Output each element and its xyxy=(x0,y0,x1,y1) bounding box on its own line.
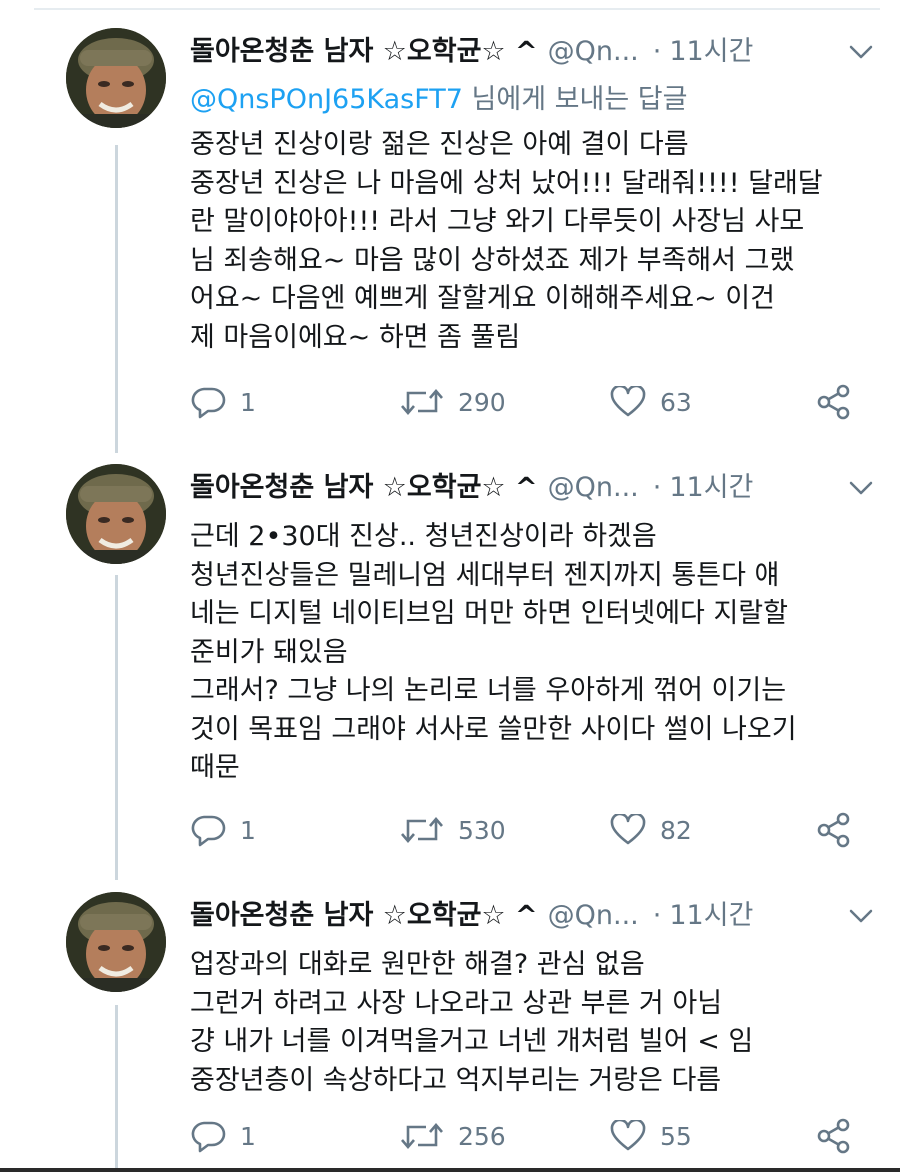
share-icon xyxy=(817,384,850,420)
separator-dot: · xyxy=(652,472,662,503)
display-name[interactable]: 돌아온청춘 남자 ☆오학균☆ ^ xyxy=(190,464,538,512)
tweet-header: 돌아온청춘 남자 ☆오학균☆ ^ @Qn... · 11시간 xyxy=(190,28,876,76)
reply-button[interactable]: 1 xyxy=(190,1114,256,1158)
retweet-count: 290 xyxy=(458,387,506,417)
tweet-text-line: 중장년 진상은 나 마음에 상처 났어!!! 달래줘!!!! 달래달 xyxy=(190,167,823,199)
tweet-text-line: 란 말이야아아!!! 라서 그냥 와기 다루듯이 사장님 사모 xyxy=(190,206,805,237)
user-handle[interactable]: @Qn... xyxy=(548,464,639,512)
retweet-button[interactable]: 256 xyxy=(400,1114,506,1158)
tweet-text-line: 그래서? 그냥 나의 논리로 너를 우아하게 꺾어 이기는 xyxy=(190,675,787,706)
timestamp[interactable]: 11시간 xyxy=(669,464,753,512)
replying-to: @QnsPOnJ65KasFT7 님에게 보내는 답글 xyxy=(190,80,876,120)
tweet-text-line: 것이 목표임 그래야 서사로 쓸만한 사이다 썰이 나오기 xyxy=(190,713,797,745)
avatar-photo xyxy=(66,28,166,128)
tweet-text-line: 중장년층이 속상하다고 억지부리는 거랑은 다름 xyxy=(190,1064,722,1096)
reply-icon xyxy=(191,815,226,847)
tweet-text-line: 걍 내가 너를 이겨먹을거고 너넨 개처럼 빌어 < 임 xyxy=(190,1026,754,1057)
tweet-text-line: 그런거 하려고 사장 나오라고 상관 부른 거 아님 xyxy=(190,987,723,1019)
tweet-text-line: 근데 2•30대 진상.. 청년진상이라 하겠음 xyxy=(190,521,657,552)
reply-icon xyxy=(191,387,226,419)
chevron-down-icon[interactable] xyxy=(846,476,876,500)
tweet-text: 근데 2•30대 진상.. 청년진상이라 하겠음 청년진상들은 밀레니엄 세대부… xyxy=(190,518,876,788)
chevron-down-icon[interactable] xyxy=(846,904,876,928)
reply-icon xyxy=(191,1121,226,1153)
avatar[interactable] xyxy=(66,28,166,128)
like-icon xyxy=(610,814,646,845)
tweet-text-line: 어요~ 다음엔 예쁘게 잘할게요 이해해주세요~ 이건 xyxy=(190,283,775,314)
tweet-actions: 1 290 63 xyxy=(190,380,870,424)
retweet-icon xyxy=(401,389,443,415)
retweet-button[interactable]: 290 xyxy=(400,380,506,424)
like-count: 63 xyxy=(660,387,692,417)
tweet-text-line: 제 마음이에요~ 하면 좀 풀림 xyxy=(190,321,521,353)
reply-count: 1 xyxy=(240,1121,256,1151)
bottom-edge xyxy=(0,1168,900,1172)
reply-count: 1 xyxy=(240,387,256,417)
tweet-header: 돌아온청춘 남자 ☆오학균☆ ^ @Qn... · 11시간 xyxy=(190,464,876,512)
separator-dot: · xyxy=(652,900,662,931)
retweet-icon xyxy=(401,1123,443,1149)
tweet-text-line: 중장년 진상이랑 젊은 진상은 아예 결이 다름 xyxy=(190,129,689,160)
tweet-actions: 1 530 82 xyxy=(190,808,870,852)
tweet-text: 중장년 진상이랑 젊은 진상은 아예 결이 다름 중장년 진상은 나 마음에 상… xyxy=(190,126,876,357)
chevron-down-icon[interactable] xyxy=(846,40,876,64)
like-icon xyxy=(610,386,646,417)
retweet-count: 256 xyxy=(458,1121,506,1151)
tweet-3[interactable]: 돌아온청춘 남자 ☆오학균☆ ^ @Qn... · 11시간 업장과의 대화로 … xyxy=(0,864,900,1164)
display-name[interactable]: 돌아온청춘 남자 ☆오학균☆ ^ xyxy=(190,28,538,76)
avatar-photo xyxy=(66,892,166,992)
retweet-count: 530 xyxy=(458,815,506,845)
like-count: 55 xyxy=(660,1121,692,1151)
tweet-text-line: 네는 디지털 네이티브임 머만 하면 인터넷에다 지랄할 xyxy=(190,598,788,629)
retweet-icon xyxy=(401,817,443,843)
user-handle[interactable]: @Qn... xyxy=(548,28,639,76)
reply-mention-link[interactable]: @QnsPOnJ65KasFT7 xyxy=(190,84,463,115)
reply-to-suffix: 님에게 보내는 답글 xyxy=(462,84,688,115)
retweet-button[interactable]: 530 xyxy=(400,808,506,852)
share-button[interactable] xyxy=(816,808,852,852)
like-count: 82 xyxy=(660,815,692,845)
separator-dot: · xyxy=(652,36,662,67)
user-handle[interactable]: @Qn... xyxy=(548,892,639,940)
share-button[interactable] xyxy=(816,380,852,424)
avatar-photo xyxy=(66,464,166,564)
tweet-1[interactable]: 돌아온청춘 남자 ☆오학균☆ ^ @Qn... · 11시간 @QnsPOnJ6… xyxy=(0,0,900,440)
timestamp[interactable]: 11시간 xyxy=(669,892,753,940)
display-name[interactable]: 돌아온청춘 남자 ☆오학균☆ ^ xyxy=(190,892,538,940)
tweet-text: 업장과의 대화로 원만한 해결? 관심 없음 그런거 하려고 사장 나오라고 상… xyxy=(190,946,876,1100)
share-button[interactable] xyxy=(816,1114,852,1158)
like-button[interactable]: 55 xyxy=(610,1114,692,1158)
like-button[interactable]: 63 xyxy=(610,380,692,424)
timestamp[interactable]: 11시간 xyxy=(669,28,753,76)
avatar[interactable] xyxy=(66,464,166,564)
tweet-thread: 돌아온청춘 남자 ☆오학균☆ ^ @Qn... · 11시간 @QnsPOnJ6… xyxy=(0,0,900,1172)
like-button[interactable]: 82 xyxy=(610,808,692,852)
reply-button[interactable]: 1 xyxy=(190,380,256,424)
share-icon xyxy=(817,812,850,848)
tweet-text-line: 때문 xyxy=(190,752,240,783)
tweet-text-line: 준비가 돼있음 xyxy=(190,636,348,668)
tweet-header: 돌아온청춘 남자 ☆오학균☆ ^ @Qn... · 11시간 xyxy=(190,892,876,940)
tweet-2[interactable]: 돌아온청춘 남자 ☆오학균☆ ^ @Qn... · 11시간 근데 2•30대 … xyxy=(0,436,900,866)
tweet-actions: 1 256 55 xyxy=(190,1114,870,1158)
tweet-text-line: 업장과의 대화로 원만한 해결? 관심 없음 xyxy=(190,949,645,980)
tweet-text-line: 님 죄송해요~ 마음 많이 상하셨죠 제가 부족해서 그랬 xyxy=(190,244,795,276)
tweet-text-line: 청년진상들은 밀레니엄 세대부터 젠지까지 통튼다 얘 xyxy=(190,559,780,591)
share-icon xyxy=(817,1118,850,1154)
reply-count: 1 xyxy=(240,815,256,845)
avatar[interactable] xyxy=(66,892,166,992)
reply-button[interactable]: 1 xyxy=(190,808,256,852)
like-icon xyxy=(610,1120,646,1151)
